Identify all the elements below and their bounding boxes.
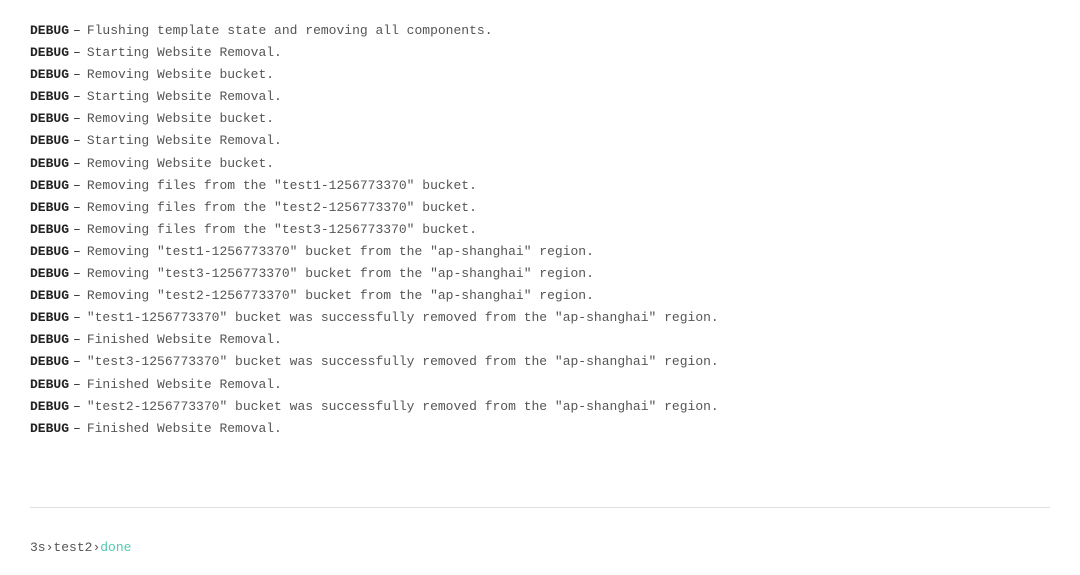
dash: –: [73, 108, 81, 130]
dash: –: [73, 175, 81, 197]
log-line: DEBUG – Finished Website Removal.: [30, 418, 1050, 440]
dash: –: [73, 64, 81, 86]
log-line: DEBUG – Finished Website Removal.: [30, 329, 1050, 351]
dash: –: [73, 418, 81, 440]
log-message: Starting Website Removal.: [87, 130, 282, 152]
log-message: Removing Website bucket.: [87, 108, 274, 130]
debug-label: DEBUG: [30, 396, 69, 418]
log-line: DEBUG – "test1-1256773370" bucket was su…: [30, 307, 1050, 329]
dash: –: [73, 307, 81, 329]
log-message: Removing files from the "test1-125677337…: [87, 175, 477, 197]
log-line: DEBUG – Removing "test3-1256773370" buck…: [30, 263, 1050, 285]
debug-label: DEBUG: [30, 241, 69, 263]
divider: [30, 507, 1050, 508]
log-message: Removing Website bucket.: [87, 153, 274, 175]
debug-label: DEBUG: [30, 285, 69, 307]
log-line: DEBUG – Starting Website Removal.: [30, 42, 1050, 64]
dash: –: [73, 374, 81, 396]
log-message: Flushing template state and removing all…: [87, 20, 493, 42]
log-message: Starting Website Removal.: [87, 42, 282, 64]
debug-label: DEBUG: [30, 351, 69, 373]
footer-done: done: [100, 540, 131, 555]
log-line: DEBUG – Finished Website Removal.: [30, 374, 1050, 396]
log-line: DEBUG – Starting Website Removal.: [30, 130, 1050, 152]
debug-label: DEBUG: [30, 64, 69, 86]
log-message: Removing files from the "test2-125677337…: [87, 197, 477, 219]
log-line: DEBUG – "test3-1256773370" bucket was su…: [30, 351, 1050, 373]
debug-label: DEBUG: [30, 197, 69, 219]
log-line: DEBUG – Removing Website bucket.: [30, 108, 1050, 130]
debug-label: DEBUG: [30, 263, 69, 285]
dash: –: [73, 130, 81, 152]
dash: –: [73, 351, 81, 373]
debug-label: DEBUG: [30, 175, 69, 197]
debug-label: DEBUG: [30, 307, 69, 329]
dash: –: [73, 219, 81, 241]
footer-path: test2: [53, 540, 92, 555]
dash: –: [73, 329, 81, 351]
debug-label: DEBUG: [30, 153, 69, 175]
footer: 3s › test2 › done: [30, 540, 1050, 555]
dash: –: [73, 396, 81, 418]
log-message: Removing files from the "test3-125677337…: [87, 219, 477, 241]
debug-label: DEBUG: [30, 219, 69, 241]
dash: –: [73, 197, 81, 219]
log-message: Starting Website Removal.: [87, 86, 282, 108]
log-line: DEBUG – Removing files from the "test3-1…: [30, 219, 1050, 241]
dash: –: [73, 42, 81, 64]
debug-label: DEBUG: [30, 108, 69, 130]
debug-label: DEBUG: [30, 20, 69, 42]
log-line: DEBUG – Removing "test2-1256773370" buck…: [30, 285, 1050, 307]
log-message: Finished Website Removal.: [87, 329, 282, 351]
dash: –: [73, 241, 81, 263]
footer-sep2: ›: [92, 540, 100, 555]
log-line: DEBUG – Removing files from the "test2-1…: [30, 197, 1050, 219]
log-message: Finished Website Removal.: [87, 418, 282, 440]
dash: –: [73, 153, 81, 175]
log-message: Removing "test3-1256773370" bucket from …: [87, 263, 594, 285]
log-line: DEBUG – Removing "test1-1256773370" buck…: [30, 241, 1050, 263]
dash: –: [73, 86, 81, 108]
log-container: DEBUG – Flushing template state and remo…: [30, 20, 1050, 495]
dash: –: [73, 20, 81, 42]
dash: –: [73, 263, 81, 285]
debug-label: DEBUG: [30, 42, 69, 64]
debug-label: DEBUG: [30, 418, 69, 440]
footer-sep1: ›: [46, 540, 54, 555]
footer-time: 3s: [30, 540, 46, 555]
debug-label: DEBUG: [30, 130, 69, 152]
log-line: DEBUG – Removing Website bucket.: [30, 153, 1050, 175]
debug-label: DEBUG: [30, 86, 69, 108]
log-line: DEBUG – Removing files from the "test1-1…: [30, 175, 1050, 197]
log-message: Removing "test2-1256773370" bucket from …: [87, 285, 594, 307]
log-message: Finished Website Removal.: [87, 374, 282, 396]
log-message: "test2-1256773370" bucket was successful…: [87, 396, 719, 418]
log-line: DEBUG – Starting Website Removal.: [30, 86, 1050, 108]
log-message: Removing Website bucket.: [87, 64, 274, 86]
log-line: DEBUG – "test2-1256773370" bucket was su…: [30, 396, 1050, 418]
debug-label: DEBUG: [30, 329, 69, 351]
log-message: Removing "test1-1256773370" bucket from …: [87, 241, 594, 263]
log-line: DEBUG – Removing Website bucket.: [30, 64, 1050, 86]
debug-label: DEBUG: [30, 374, 69, 396]
dash: –: [73, 285, 81, 307]
log-message: "test3-1256773370" bucket was successful…: [87, 351, 719, 373]
log-line: DEBUG – Flushing template state and remo…: [30, 20, 1050, 42]
log-message: "test1-1256773370" bucket was successful…: [87, 307, 719, 329]
